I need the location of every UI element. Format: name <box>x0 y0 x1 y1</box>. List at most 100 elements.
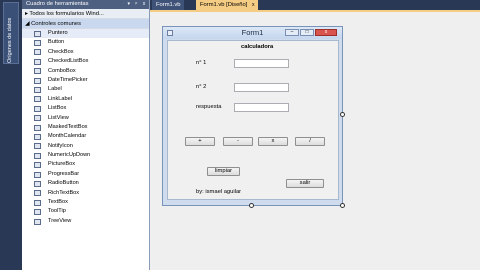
toolbox-item-label: Puntero <box>48 30 68 36</box>
maskedtextbox-icon <box>34 124 41 131</box>
toolbox-item[interactable]: ListView <box>22 114 149 123</box>
combobox-icon <box>34 68 41 75</box>
toolbox-item-label: Button <box>48 39 65 46</box>
tab-form1-design[interactable]: Form1.vb [Diseño] x <box>196 0 259 10</box>
toolbox-item[interactable]: MaskedTextBox <box>22 123 149 132</box>
toolbox-item[interactable]: Button <box>22 38 149 47</box>
listview-icon <box>34 115 41 122</box>
tab-data-sources[interactable]: Orígenes de datos <box>3 2 19 64</box>
toolbox-item-label: TreeView <box>48 217 72 224</box>
toolbox-item[interactable]: CheckBox <box>22 48 149 57</box>
design-surface: Form1 – □ x calculadora n° 1 n° 2 respue… <box>150 10 480 270</box>
toolbox-panel: Cuadro de herramientas ▾ ᵖ x ▸ Todos los… <box>22 0 150 270</box>
toolbox-item[interactable]: DateTimePicker <box>22 76 149 85</box>
close-button[interactable]: x <box>315 29 337 36</box>
tab-form1-code-label: Form1.vb <box>156 2 181 8</box>
monthcalendar-icon <box>34 133 41 140</box>
form-window[interactable]: Form1 – □ x calculadora n° 1 n° 2 respue… <box>162 26 343 206</box>
limpiar-button[interactable]: limpiar <box>207 167 240 176</box>
toolbox-item[interactable]: ComboBox <box>22 67 149 76</box>
toolbox-item[interactable]: LinkLabel <box>22 95 149 104</box>
toolbox-list: Puntero Button CheckBox CheckedListBox Combo… <box>22 29 149 226</box>
toolbox-item[interactable]: Label <box>22 85 149 94</box>
label-n2: n° 2 <box>196 84 207 90</box>
form-titlebar: Form1 – □ x <box>163 27 342 39</box>
button-icon <box>34 40 41 47</box>
toolbox-item-label: CheckedListBox <box>48 58 89 65</box>
toolbox-item-label: RadioButton <box>48 180 79 187</box>
close-tab-icon[interactable]: x <box>252 2 255 8</box>
toolbox-item-label: LinkLabel <box>48 95 72 102</box>
input-n1[interactable] <box>234 59 289 68</box>
toolbox-item-label: ToolTip <box>48 208 66 215</box>
tooltip-icon <box>34 209 41 216</box>
toolbox-item[interactable]: NotifyIcon <box>22 142 149 151</box>
label-n1: n° 1 <box>196 60 207 66</box>
toolbox-item-label: DateTimePicker <box>48 76 88 83</box>
divide-button[interactable]: / <box>295 137 325 146</box>
tab-data-sources-label: Orígenes de datos <box>7 17 13 63</box>
toolbox-item-label: ListBox <box>48 105 67 112</box>
textbox-icon <box>34 199 41 206</box>
progressbar-icon <box>34 171 41 178</box>
tab-form1-code[interactable]: Form1.vb <box>152 0 185 10</box>
group-all-windows-forms[interactable]: ▸ Todos los formularios Wind... <box>22 9 149 19</box>
minimize-button[interactable]: – <box>285 29 299 36</box>
toolbox-item[interactable]: MonthCalendar <box>22 132 149 141</box>
document-tabs: Form1.vb Form1.vb [Diseño] x <box>150 0 480 10</box>
picturebox-icon <box>34 162 41 169</box>
toolbox-item[interactable]: PictureBox <box>22 160 149 169</box>
subtract-button[interactable]: - <box>223 137 253 146</box>
side-tab-strip: Orígenes de datos <box>0 0 22 270</box>
radiobutton-icon <box>34 180 41 187</box>
group-common-controls[interactable]: ◢ Controles comunes <box>22 19 149 29</box>
pointer-icon <box>34 30 41 37</box>
label-icon <box>34 87 41 94</box>
toolbox-item-label: NotifyIcon <box>48 142 73 149</box>
form-client-area: calculadora n° 1 n° 2 respuesta + - x / … <box>167 40 339 200</box>
treeview-icon <box>34 218 41 225</box>
editor-area: Form1.vb Form1.vb [Diseño] x Form1 – □ x… <box>150 0 480 270</box>
toolbox-item[interactable]: ToolTip <box>22 207 149 216</box>
notifyicon-icon <box>34 143 41 150</box>
add-button[interactable]: + <box>185 137 215 146</box>
checkbox-icon <box>34 49 41 56</box>
maximize-button[interactable]: □ <box>300 29 314 36</box>
toolbox-item-label: MaskedTextBox <box>48 123 88 130</box>
multiply-button[interactable]: x <box>258 137 288 146</box>
toolbox-item-label: TextBox <box>48 199 68 206</box>
toolbox-item[interactable]: ProgressBar <box>22 170 149 179</box>
toolbox-pin-icon[interactable]: ᵖ <box>133 0 139 9</box>
toolbox-item[interactable]: NumericUpDown <box>22 151 149 160</box>
toolbox-item-label: Label <box>48 86 62 93</box>
toolbox-item[interactable]: ListBox <box>22 104 149 113</box>
richtextbox-icon <box>34 190 41 197</box>
salir-button[interactable]: salir <box>286 179 324 188</box>
resize-handle-right[interactable] <box>340 112 345 117</box>
input-n2[interactable] <box>234 83 289 92</box>
toolbox-item[interactable]: Puntero <box>22 29 149 39</box>
toolbox-title: Cuadro de herramientas <box>26 1 89 7</box>
resize-handle-corner[interactable] <box>340 203 345 208</box>
output-respuesta[interactable] <box>234 103 289 112</box>
toolbox-item-label: ProgressBar <box>48 170 80 177</box>
checkedlistbox-icon <box>34 58 41 65</box>
toolbox-item[interactable]: CheckedListBox <box>22 57 149 66</box>
linklabel-icon <box>34 96 41 103</box>
toolbox-header: Cuadro de herramientas ▾ ᵖ x <box>22 0 149 9</box>
toolbox-close-icon[interactable]: x <box>141 0 147 9</box>
numericupdown-icon <box>34 152 41 159</box>
toolbox-item[interactable]: TextBox <box>22 198 149 207</box>
toolbox-item[interactable]: RichTextBox <box>22 189 149 198</box>
listbox-icon <box>34 105 41 112</box>
toolbox-dropdown-icon[interactable]: ▾ <box>126 0 132 9</box>
toolbox-item-label: RichTextBox <box>48 189 80 196</box>
label-respuesta: respuesta <box>196 104 222 110</box>
toolbox-item[interactable]: TreeView <box>22 217 149 226</box>
toolbox-item[interactable]: RadioButton <box>22 179 149 188</box>
heading-label: calculadora <box>241 44 274 50</box>
toolbox-item-label: MonthCalendar <box>48 133 87 140</box>
author-label: by: ismael aguilar <box>196 189 242 195</box>
toolbox-item-label: PictureBox <box>48 161 76 168</box>
resize-handle-bottom[interactable] <box>249 203 254 208</box>
